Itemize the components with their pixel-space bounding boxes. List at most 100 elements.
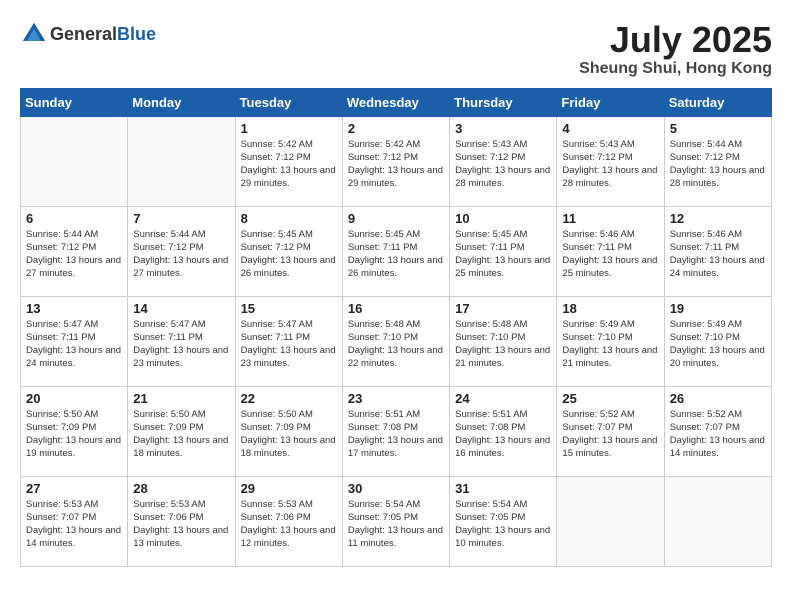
- table-row: [128, 116, 235, 206]
- table-row: 8 Sunrise: 5:45 AMSunset: 7:12 PMDaylight…: [235, 206, 342, 296]
- table-row: 28 Sunrise: 5:53 AMSunset: 7:06 PMDayligh…: [128, 476, 235, 566]
- day-number: 15: [241, 301, 337, 316]
- table-row: 22 Sunrise: 5:50 AMSunset: 7:09 PMDayligh…: [235, 386, 342, 476]
- day-info: Sunrise: 5:44 AMSunset: 7:12 PMDaylight:…: [670, 138, 766, 191]
- day-number: 17: [455, 301, 551, 316]
- calendar-week-row: 20 Sunrise: 5:50 AMSunset: 7:09 PMDayligh…: [21, 386, 772, 476]
- header-tuesday: Tuesday: [235, 88, 342, 116]
- day-info: Sunrise: 5:53 AMSunset: 7:06 PMDaylight:…: [241, 498, 337, 551]
- table-row: 2 Sunrise: 5:42 AMSunset: 7:12 PMDaylight…: [342, 116, 449, 206]
- day-number: 22: [241, 391, 337, 406]
- logo-general: General: [50, 24, 117, 44]
- table-row: 1 Sunrise: 5:42 AMSunset: 7:12 PMDaylight…: [235, 116, 342, 206]
- calendar-week-row: 13 Sunrise: 5:47 AMSunset: 7:11 PMDayligh…: [21, 296, 772, 386]
- header-saturday: Saturday: [664, 88, 771, 116]
- day-info: Sunrise: 5:54 AMSunset: 7:05 PMDaylight:…: [455, 498, 551, 551]
- day-number: 13: [26, 301, 122, 316]
- table-row: 25Sunrise: 5:52 AMSunset: 7:07 PMDayligh…: [557, 386, 664, 476]
- day-number: 2: [348, 121, 444, 136]
- logo-icon: [20, 20, 48, 48]
- day-info: Sunrise: 5:51 AMSunset: 7:08 PMDaylight:…: [455, 408, 551, 461]
- table-row: 23 Sunrise: 5:51 AMSunset: 7:08 PMDayligh…: [342, 386, 449, 476]
- day-number: 29: [241, 481, 337, 496]
- location-title: Sheung Shui, Hong Kong: [579, 60, 772, 78]
- day-number: 30: [348, 481, 444, 496]
- day-number: 1: [241, 121, 337, 136]
- day-info: Sunrise: 5:44 AMSunset: 7:12 PMDaylight:…: [26, 228, 122, 281]
- table-row: 12 Sunrise: 5:46 AMSunset: 7:11 PMDayligh…: [664, 206, 771, 296]
- day-info: Sunrise: 5:45 AMSunset: 7:11 PMDaylight:…: [348, 228, 444, 281]
- header: GeneralBlue July 2025 Sheung Shui, Hong …: [20, 20, 772, 78]
- day-number: 9: [348, 211, 444, 226]
- table-row: 21 Sunrise: 5:50 AMSunset: 7:09 PMDayligh…: [128, 386, 235, 476]
- table-row: 16Sunrise: 5:48 AMSunset: 7:10 PMDayligh…: [342, 296, 449, 386]
- day-number: 7: [133, 211, 229, 226]
- day-info: Sunrise: 5:44 AMSunset: 7:12 PMDaylight:…: [133, 228, 229, 281]
- table-row: 20 Sunrise: 5:50 AMSunset: 7:09 PMDayligh…: [21, 386, 128, 476]
- day-info: Sunrise: 5:45 AMSunset: 7:12 PMDaylight:…: [241, 228, 337, 281]
- day-info: Sunrise: 5:47 AMSunset: 7:11 PMDaylight:…: [26, 318, 122, 371]
- day-number: 5: [670, 121, 766, 136]
- calendar-week-row: 27 Sunrise: 5:53 AMSunset: 7:07 PMDayligh…: [21, 476, 772, 566]
- table-row: 7 Sunrise: 5:44 AMSunset: 7:12 PMDaylight…: [128, 206, 235, 296]
- title-area: July 2025 Sheung Shui, Hong Kong: [579, 20, 772, 78]
- table-row: 13 Sunrise: 5:47 AMSunset: 7:11 PMDayligh…: [21, 296, 128, 386]
- day-info: Sunrise: 5:43 AMSunset: 7:12 PMDaylight:…: [562, 138, 658, 191]
- day-number: 12: [670, 211, 766, 226]
- day-number: 20: [26, 391, 122, 406]
- calendar: Sunday Monday Tuesday Wednesday Thursday…: [20, 88, 772, 567]
- day-info: Sunrise: 5:42 AMSunset: 7:12 PMDaylight:…: [241, 138, 337, 191]
- day-number: 28: [133, 481, 229, 496]
- day-number: 19: [670, 301, 766, 316]
- day-number: 6: [26, 211, 122, 226]
- day-info: Sunrise: 5:53 AMSunset: 7:06 PMDaylight:…: [133, 498, 229, 551]
- day-info: Sunrise: 5:42 AMSunset: 7:12 PMDaylight:…: [348, 138, 444, 191]
- day-number: 23: [348, 391, 444, 406]
- day-info: Sunrise: 5:45 AMSunset: 7:11 PMDaylight:…: [455, 228, 551, 281]
- month-title: July 2025: [579, 20, 772, 60]
- day-info: Sunrise: 5:47 AMSunset: 7:11 PMDaylight:…: [241, 318, 337, 371]
- day-number: 8: [241, 211, 337, 226]
- day-number: 4: [562, 121, 658, 136]
- table-row: 3Sunrise: 5:43 AMSunset: 7:12 PMDaylight…: [450, 116, 557, 206]
- day-info: Sunrise: 5:46 AMSunset: 7:11 PMDaylight:…: [670, 228, 766, 281]
- day-number: 27: [26, 481, 122, 496]
- day-info: Sunrise: 5:52 AMSunset: 7:07 PMDaylight:…: [670, 408, 766, 461]
- logo: GeneralBlue: [20, 20, 156, 48]
- day-info: Sunrise: 5:49 AMSunset: 7:10 PMDaylight:…: [562, 318, 658, 371]
- table-row: [557, 476, 664, 566]
- header-sunday: Sunday: [21, 88, 128, 116]
- day-number: 18: [562, 301, 658, 316]
- table-row: 19 Sunrise: 5:49 AMSunset: 7:10 PMDayligh…: [664, 296, 771, 386]
- day-info: Sunrise: 5:50 AMSunset: 7:09 PMDaylight:…: [241, 408, 337, 461]
- day-info: Sunrise: 5:47 AMSunset: 7:11 PMDaylight:…: [133, 318, 229, 371]
- table-row: 4 Sunrise: 5:43 AMSunset: 7:12 PMDaylight…: [557, 116, 664, 206]
- header-monday: Monday: [128, 88, 235, 116]
- calendar-week-row: 6 Sunrise: 5:44 AMSunset: 7:12 PMDaylight…: [21, 206, 772, 296]
- table-row: 10Sunrise: 5:45 AMSunset: 7:11 PMDayligh…: [450, 206, 557, 296]
- table-row: 18 Sunrise: 5:49 AMSunset: 7:10 PMDayligh…: [557, 296, 664, 386]
- table-row: 5 Sunrise: 5:44 AMSunset: 7:12 PMDaylight…: [664, 116, 771, 206]
- table-row: 17Sunrise: 5:48 AMSunset: 7:10 PMDayligh…: [450, 296, 557, 386]
- table-row: 14Sunrise: 5:47 AMSunset: 7:11 PMDayligh…: [128, 296, 235, 386]
- table-row: 6 Sunrise: 5:44 AMSunset: 7:12 PMDaylight…: [21, 206, 128, 296]
- header-friday: Friday: [557, 88, 664, 116]
- table-row: 9 Sunrise: 5:45 AMSunset: 7:11 PMDaylight…: [342, 206, 449, 296]
- calendar-week-row: 1 Sunrise: 5:42 AMSunset: 7:12 PMDaylight…: [21, 116, 772, 206]
- day-info: Sunrise: 5:51 AMSunset: 7:08 PMDaylight:…: [348, 408, 444, 461]
- logo-blue: Blue: [117, 24, 156, 44]
- day-number: 31: [455, 481, 551, 496]
- day-number: 21: [133, 391, 229, 406]
- header-wednesday: Wednesday: [342, 88, 449, 116]
- day-info: Sunrise: 5:50 AMSunset: 7:09 PMDaylight:…: [26, 408, 122, 461]
- table-row: 26Sunrise: 5:52 AMSunset: 7:07 PMDayligh…: [664, 386, 771, 476]
- day-info: Sunrise: 5:43 AMSunset: 7:12 PMDaylight:…: [455, 138, 551, 191]
- day-info: Sunrise: 5:49 AMSunset: 7:10 PMDaylight:…: [670, 318, 766, 371]
- day-number: 11: [562, 211, 658, 226]
- table-row: 27 Sunrise: 5:53 AMSunset: 7:07 PMDayligh…: [21, 476, 128, 566]
- day-info: Sunrise: 5:53 AMSunset: 7:07 PMDaylight:…: [26, 498, 122, 551]
- table-row: 29 Sunrise: 5:53 AMSunset: 7:06 PMDayligh…: [235, 476, 342, 566]
- day-info: Sunrise: 5:50 AMSunset: 7:09 PMDaylight:…: [133, 408, 229, 461]
- day-info: Sunrise: 5:52 AMSunset: 7:07 PMDaylight:…: [562, 408, 658, 461]
- table-row: [21, 116, 128, 206]
